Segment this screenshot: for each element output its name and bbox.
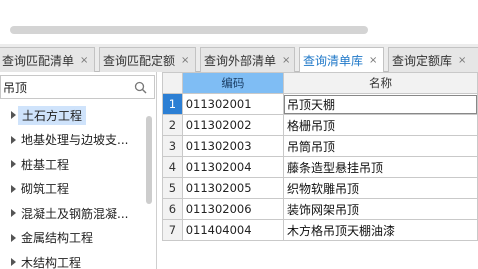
tree-scrollbar[interactable] [146, 116, 152, 204]
code-cell[interactable]: 011302006 [181, 198, 284, 220]
column-header-name[interactable]: 名称 [282, 72, 478, 94]
code-cell[interactable]: 011302005 [181, 177, 284, 199]
table-row[interactable]: 7 011404004 木方格吊顶天棚油漆 [162, 219, 478, 241]
table-row[interactable]: 6 011302006 装饰网架吊顶 [162, 198, 478, 220]
table-row[interactable]: 3 011302003 吊筒吊顶 [162, 135, 478, 157]
tree-item-label: 地基处理与边坡支... [21, 133, 129, 148]
header-row: 编码 名称 [162, 72, 478, 94]
expand-arrow-icon[interactable] [11, 135, 16, 144]
column-header-code[interactable]: 编码 [181, 72, 284, 94]
top-panel [0, 0, 478, 42]
tab-query-quota-library[interactable]: 查询定额库 × [388, 47, 478, 72]
close-icon[interactable]: × [282, 55, 290, 66]
row-number[interactable]: 1 [162, 93, 183, 115]
tab-query-list-library[interactable]: 查询清单库 × [299, 47, 384, 73]
tab-label: 查询清单库 [303, 54, 364, 68]
tree-item[interactable]: 桩基工程 [0, 152, 148, 177]
tree-item-label: 桩基工程 [21, 157, 70, 172]
tab-label: 查询匹配定额 [103, 53, 176, 68]
tree-item-label: 金属结构工程 [21, 231, 94, 246]
tab-query-external-list[interactable]: 查询外部清单 × [200, 47, 295, 72]
row-number[interactable]: 7 [162, 219, 183, 241]
code-cell[interactable]: 011404004 [181, 219, 284, 241]
row-number[interactable]: 3 [162, 135, 183, 157]
row-number[interactable]: 4 [162, 156, 183, 178]
tree-item-label: 土石方工程 [18, 105, 87, 125]
tree-item[interactable]: 金属结构工程 [0, 226, 148, 251]
list-grid: 编码 名称 1 011302001 吊顶天棚 2 011302002 格栅吊顶 … [162, 72, 478, 269]
code-cell[interactable]: 011302004 [181, 156, 284, 178]
tab-label: 查询外部清单 [204, 53, 277, 68]
code-cell[interactable]: 011302002 [181, 114, 284, 136]
expand-arrow-icon[interactable] [11, 160, 16, 169]
left-pane: 土石方工程 地基处理与边坡支... 桩基工程 砌筑工程 混凝土及钢筋混凝... … [0, 72, 157, 269]
table-row[interactable]: 2 011302002 格栅吊顶 [162, 114, 478, 136]
row-number[interactable]: 2 [162, 114, 183, 136]
tab-bar: 查询匹配清单 × 查询匹配定额 × 查询外部清单 × 查询清单库 × 查询定额库… [0, 44, 478, 73]
expand-arrow-icon[interactable] [11, 209, 16, 218]
tab-label: 查询匹配清单 [2, 53, 75, 68]
tree-item-label: 木结构工程 [21, 255, 82, 269]
category-tree: 土石方工程 地基处理与边坡支... 桩基工程 砌筑工程 混凝土及钢筋混凝... … [0, 103, 148, 269]
row-number[interactable]: 5 [162, 177, 183, 199]
name-cell[interactable]: 木方格吊顶天棚油漆 [282, 219, 478, 241]
expand-arrow-icon[interactable] [11, 111, 16, 120]
row-number[interactable]: 6 [162, 198, 183, 220]
close-icon[interactable]: × [369, 55, 377, 66]
corner-cell[interactable] [162, 72, 183, 94]
name-cell[interactable]: 织物软雕吊顶 [282, 177, 478, 199]
tree-item[interactable]: 地基处理与边坡支... [0, 128, 148, 153]
tree-item[interactable]: 土石方工程 [0, 103, 148, 128]
close-icon[interactable]: × [181, 55, 189, 66]
tree-item[interactable]: 混凝土及钢筋混凝... [0, 201, 148, 226]
code-cell[interactable]: 011302003 [181, 135, 284, 157]
horizontal-scrollbar[interactable] [10, 26, 368, 34]
close-icon[interactable]: × [458, 55, 466, 66]
tab-label: 查询定额库 [392, 53, 453, 68]
results-table: 编码 名称 1 011302001 吊顶天棚 2 011302002 格栅吊顶 … [162, 72, 478, 241]
name-cell[interactable]: 藤条造型悬挂吊顶 [282, 156, 478, 178]
expand-arrow-icon[interactable] [11, 258, 16, 267]
name-cell[interactable]: 吊顶天棚 [282, 93, 478, 115]
table-row[interactable]: 5 011302005 织物软雕吊顶 [162, 177, 478, 199]
tree-item-label: 混凝土及钢筋混凝... [21, 206, 129, 221]
close-icon[interactable]: × [80, 55, 88, 66]
name-cell[interactable]: 吊筒吊顶 [282, 135, 478, 157]
name-cell[interactable]: 格栅吊顶 [282, 114, 478, 136]
tree-item-label: 砌筑工程 [21, 182, 70, 197]
table-row[interactable]: 1 011302001 吊顶天棚 [162, 93, 478, 115]
search-input[interactable] [3, 78, 131, 96]
name-cell[interactable]: 装饰网架吊顶 [282, 198, 478, 220]
table-row[interactable]: 4 011302004 藤条造型悬挂吊顶 [162, 156, 478, 178]
search-icon[interactable] [134, 81, 147, 94]
tab-query-matched-list[interactable]: 查询匹配清单 × [0, 47, 95, 72]
tree-item[interactable]: 砌筑工程 [0, 177, 148, 202]
expand-arrow-icon[interactable] [11, 233, 16, 242]
tab-query-matched-quota[interactable]: 查询匹配定额 × [99, 47, 196, 72]
tree-item[interactable]: 木结构工程 [0, 250, 148, 269]
code-cell[interactable]: 011302001 [181, 93, 284, 115]
expand-arrow-icon[interactable] [11, 184, 16, 193]
search-box [0, 75, 155, 99]
